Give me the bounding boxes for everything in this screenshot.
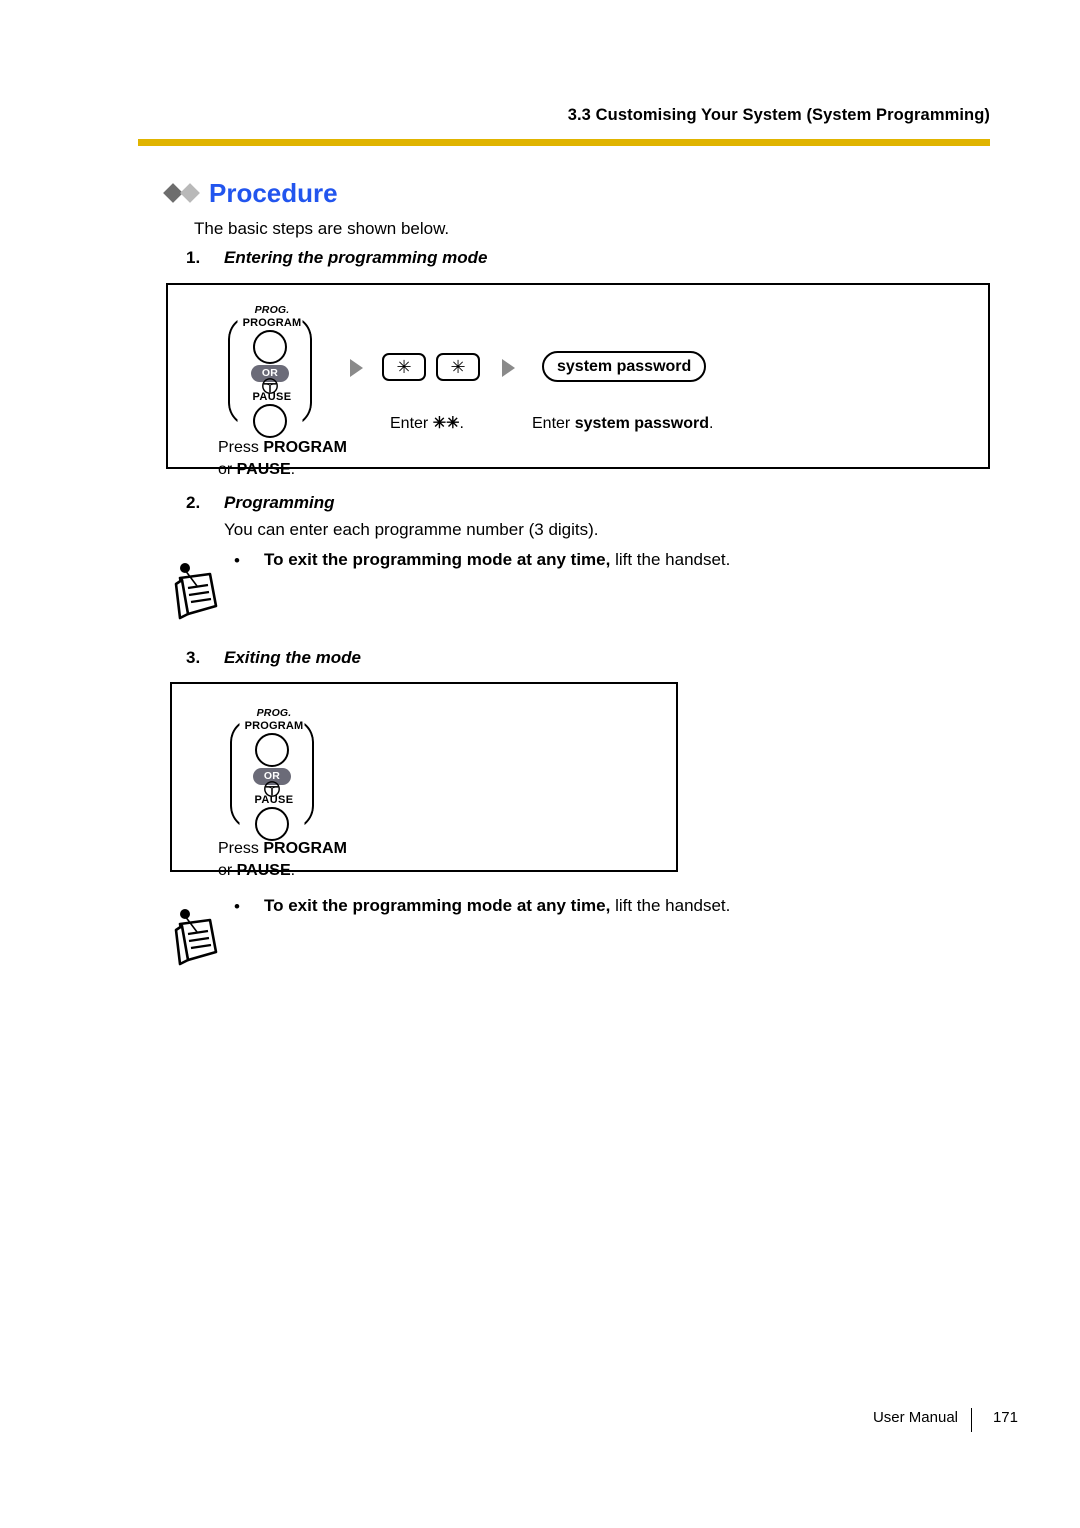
note-paper-icon bbox=[174, 909, 218, 966]
step-1-number: 1. bbox=[186, 248, 201, 267]
note-bullet-2: • bbox=[234, 897, 240, 916]
header-gold-rule bbox=[138, 139, 990, 146]
caption-press-bold-2: PROGRAM bbox=[263, 840, 347, 857]
step-1-heading: 1. Entering the programming mode bbox=[186, 248, 488, 268]
step-2-subtext: You can enter each programme number (3 d… bbox=[224, 520, 599, 539]
asterisk-key-1[interactable]: ✳ bbox=[382, 353, 426, 381]
flow-arrow-2-icon bbox=[502, 359, 515, 377]
diamond-bullet-light-icon bbox=[180, 183, 200, 203]
step-3-number: 3. bbox=[186, 648, 201, 667]
page-header-section-title: 3.3 Customising Your System (System Prog… bbox=[567, 106, 990, 124]
procedure-heading: Procedure bbox=[163, 178, 338, 208]
caption-enter-period: . bbox=[459, 415, 464, 432]
caption-pw-bold: system password bbox=[574, 415, 709, 432]
caption-press-program-or-pause-2: Press PROGRAM or PAUSE. bbox=[218, 838, 347, 881]
caption-enter-plain: Enter bbox=[390, 415, 433, 432]
step-3-title: Exiting the mode bbox=[224, 648, 361, 667]
caption-or-bold-2: PAUSE bbox=[236, 861, 291, 879]
note-text-2-plain: lift the handset. bbox=[610, 896, 731, 915]
procedure-intro-text: The basic steps are shown below. bbox=[194, 219, 450, 238]
step-3-heading: 3. Exiting the mode bbox=[186, 648, 361, 668]
note-text-1-plain: lift the handset. bbox=[610, 550, 731, 569]
key-bracket-right-icon bbox=[288, 315, 312, 427]
diagram-box-exiting-mode: PROG. PROGRAM OR PAUSE Press PROGRAM or … bbox=[170, 682, 678, 879]
key-bracket-left-icon-2 bbox=[230, 718, 254, 830]
procedure-title-text: Procedure bbox=[209, 178, 338, 208]
caption-press-program-or-pause: Press PROGRAM or PAUSE. bbox=[218, 437, 347, 480]
note-text-1: To exit the programming mode at any time… bbox=[264, 550, 730, 570]
note-text-2-bold: To exit the programming mode at any time… bbox=[264, 896, 611, 915]
step-2-title: Programming bbox=[224, 493, 335, 512]
program-label: PROGRAM bbox=[242, 317, 302, 329]
pause-label: PAUSE bbox=[252, 391, 292, 403]
program-key-button-2[interactable] bbox=[255, 733, 289, 767]
caption-or-bold: PAUSE bbox=[236, 460, 291, 478]
footer-separator bbox=[970, 1408, 972, 1432]
caption-or-plain: or bbox=[218, 460, 237, 478]
caption-press-bold: PROGRAM bbox=[263, 439, 347, 456]
phone-key-graphic-2: PROG. PROGRAM OR PAUSE bbox=[216, 706, 332, 841]
caption-or-plain-2: or bbox=[218, 861, 237, 879]
key-bracket-left-icon bbox=[228, 315, 252, 427]
prog-italic-label: PROG. bbox=[254, 304, 290, 316]
note-text-1-bold: To exit the programming mode at any time… bbox=[264, 550, 611, 569]
page-footer: User Manual 171 bbox=[0, 1408, 1080, 1433]
note-paper-icon bbox=[174, 563, 218, 620]
caption-enter-asterisks: Enter ✳✳. bbox=[390, 413, 464, 435]
caption-or-period-2: . bbox=[290, 861, 296, 879]
step-2-heading: 2. Programming bbox=[186, 493, 335, 513]
footer-manual-label: User Manual bbox=[872, 1409, 958, 1426]
program-key-button[interactable] bbox=[253, 330, 287, 364]
note-bullet-1: • bbox=[234, 551, 240, 570]
caption-or-period: . bbox=[290, 460, 296, 478]
note-text-2: To exit the programming mode at any time… bbox=[264, 896, 730, 916]
caption-pw-period: . bbox=[708, 415, 714, 432]
step-2-number: 2. bbox=[186, 493, 201, 512]
asterisk-key-2[interactable]: ✳ bbox=[436, 353, 480, 381]
pause-key-button[interactable] bbox=[253, 404, 287, 438]
flow-arrow-1-icon bbox=[350, 359, 363, 377]
caption-press-plain: Press bbox=[218, 439, 264, 456]
footer-page-number: 171 bbox=[992, 1409, 1018, 1426]
system-password-pill: system password bbox=[542, 351, 707, 382]
caption-press-plain-2: Press bbox=[218, 840, 264, 857]
prog-italic-label-2: PROG. bbox=[256, 707, 292, 719]
program-label-2: PROGRAM bbox=[244, 720, 304, 732]
phone-key-graphic: PROG. PROGRAM OR PAUSE bbox=[214, 303, 330, 438]
key-bracket-right-icon-2 bbox=[290, 718, 314, 830]
caption-pw-plain: Enter bbox=[532, 415, 575, 432]
caption-enter-bold: ✳✳ bbox=[432, 415, 460, 432]
pause-label-2: PAUSE bbox=[254, 794, 294, 806]
pause-key-button-2[interactable] bbox=[255, 807, 289, 841]
diagram-box-entering-mode: PROG. PROGRAM OR PAUSE Press PROGRAM or … bbox=[166, 283, 990, 478]
step-1-title: Entering the programming mode bbox=[224, 248, 488, 267]
caption-enter-system-password: Enter system password. bbox=[532, 413, 713, 435]
